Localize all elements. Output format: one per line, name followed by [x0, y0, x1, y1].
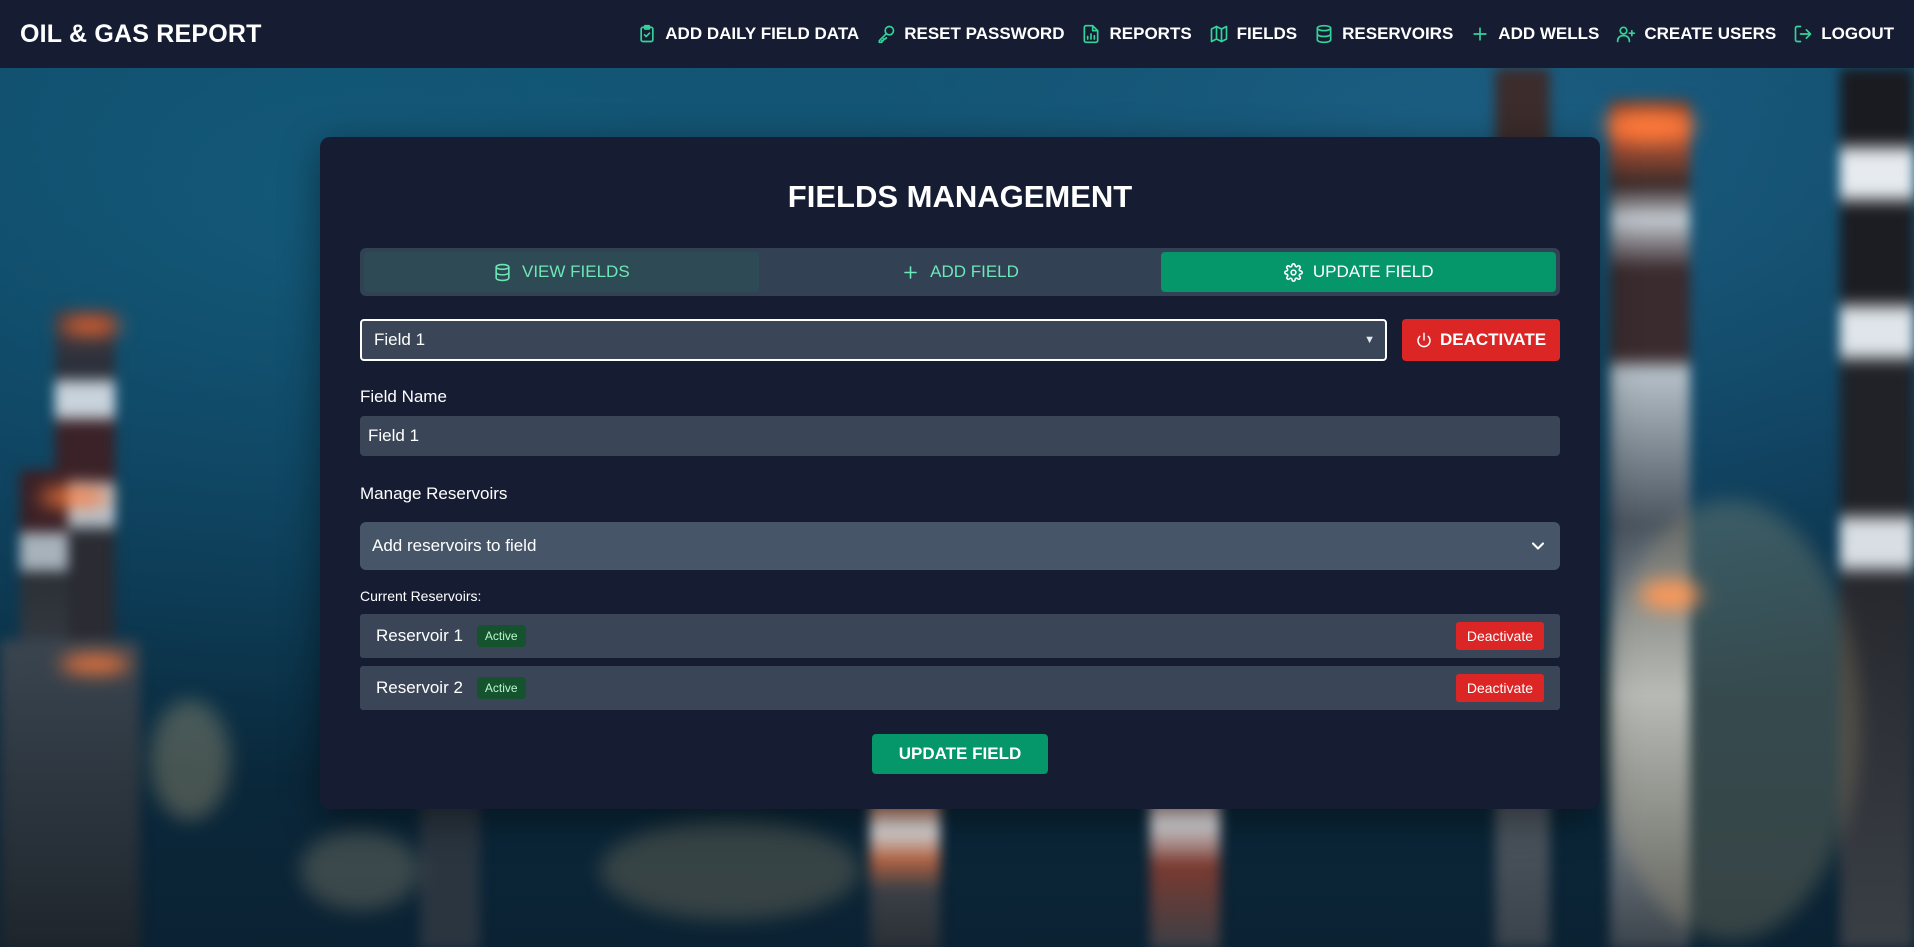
nav-logout[interactable]: LOGOUT — [1793, 24, 1894, 44]
clipboard-check-icon — [640, 24, 654, 43]
tab-update-field[interactable]: UPDATE FIELD — [1161, 252, 1557, 292]
reservoir-name: Reservoir 2 — [376, 678, 463, 697]
fields-management-card: FIELDS MANAGEMENT VIEW FIELDS ADD FIELD … — [320, 137, 1600, 809]
add-reservoirs-placeholder: Add reservoirs to field — [372, 536, 537, 555]
deactivate-label: DEACTIVATE — [1439, 330, 1547, 349]
add-reservoirs-dropdown[interactable]: Add reservoirs to field — [360, 522, 1560, 570]
field-name-value: Field 1 — [368, 426, 420, 445]
chevron-down-icon: ▼ — [1364, 334, 1375, 346]
manage-reservoirs-label: Manage Reservoirs — [360, 484, 508, 503]
tab-add-field[interactable]: ADD FIELD — [763, 252, 1158, 292]
gear-icon — [1283, 262, 1303, 282]
field-select-row: Field 1 ▼ DEACTIVATE — [360, 319, 1560, 361]
tab-bar: VIEW FIELDS ADD FIELD UPDATE FIELD — [360, 248, 1560, 296]
nav-label: REPORTS — [1109, 24, 1192, 43]
field-name-input[interactable]: Field 1 — [360, 416, 1560, 456]
reservoir-row: Reservoir 1 Active Deactivate — [360, 614, 1560, 658]
nav-add-wells[interactable]: ADD WELLS — [1470, 24, 1599, 44]
field-select[interactable]: Field 1 ▼ — [360, 319, 1387, 361]
deactivate-field-button[interactable]: DEACTIVATE — [1402, 319, 1560, 361]
plus-icon — [904, 265, 917, 279]
reservoir-deactivate-button[interactable]: Deactivate — [1455, 622, 1544, 650]
status-badge: Active — [476, 625, 526, 647]
reservoir-row: Reservoir 2 Active Deactivate — [360, 666, 1560, 710]
chevron-down-icon — [1531, 542, 1545, 550]
database-icon — [495, 263, 510, 281]
tab-view-fields[interactable]: VIEW FIELDS — [364, 252, 759, 292]
map-icon — [1210, 25, 1228, 43]
nav-label: ADD DAILY FIELD DATA — [665, 24, 860, 43]
tab-label: UPDATE FIELD — [1312, 262, 1434, 281]
tab-label: VIEW FIELDS — [521, 262, 630, 281]
reservoir-deactivate-button[interactable]: Deactivate — [1455, 674, 1544, 702]
nav-reports[interactable]: REPORTS — [1081, 24, 1192, 44]
nav-label: CREATE USERS — [1644, 24, 1777, 43]
field-select-value: Field 1 — [374, 330, 426, 349]
top-navbar: OIL & GAS REPORT ADD DAILY FIELD DATA RE… — [0, 0, 1914, 68]
user-plus-icon — [1617, 26, 1636, 43]
bar-chart-file-icon — [1083, 24, 1099, 44]
nav-reset-password[interactable]: RESET PASSWORD — [876, 24, 1064, 44]
main-nav: ADD DAILY FIELD DATA RESET PASSWORD REPO… — [620, 24, 1894, 44]
reservoir-name: Reservoir 1 — [376, 626, 463, 645]
logout-icon — [1794, 25, 1812, 43]
nav-reservoirs[interactable]: RESERVOIRS — [1314, 24, 1453, 44]
database-icon — [1316, 24, 1332, 44]
key-icon — [878, 25, 895, 44]
nav-add-daily-field-data[interactable]: ADD DAILY FIELD DATA — [637, 24, 859, 44]
power-icon — [1417, 332, 1431, 348]
nav-label: FIELDS — [1236, 24, 1298, 43]
nav-create-users[interactable]: CREATE USERS — [1616, 24, 1776, 44]
nav-label: RESET PASSWORD — [904, 24, 1065, 43]
nav-fields[interactable]: FIELDS — [1209, 24, 1297, 44]
nav-label: ADD WELLS — [1498, 24, 1600, 43]
nav-label: RESERVOIRS — [1342, 24, 1454, 43]
status-badge: Active — [476, 677, 526, 699]
page-title: FIELDS MANAGEMENT — [787, 179, 1133, 214]
field-name-label: Field Name — [360, 387, 447, 406]
app-title[interactable]: OIL & GAS REPORT — [20, 20, 262, 49]
plus-icon — [1473, 27, 1487, 41]
update-field-button[interactable]: UPDATE FIELD — [872, 734, 1048, 774]
nav-label: LOGOUT — [1821, 24, 1894, 43]
tab-label: ADD FIELD — [930, 262, 1019, 281]
current-reservoirs-label: Current Reservoirs: — [360, 588, 482, 604]
